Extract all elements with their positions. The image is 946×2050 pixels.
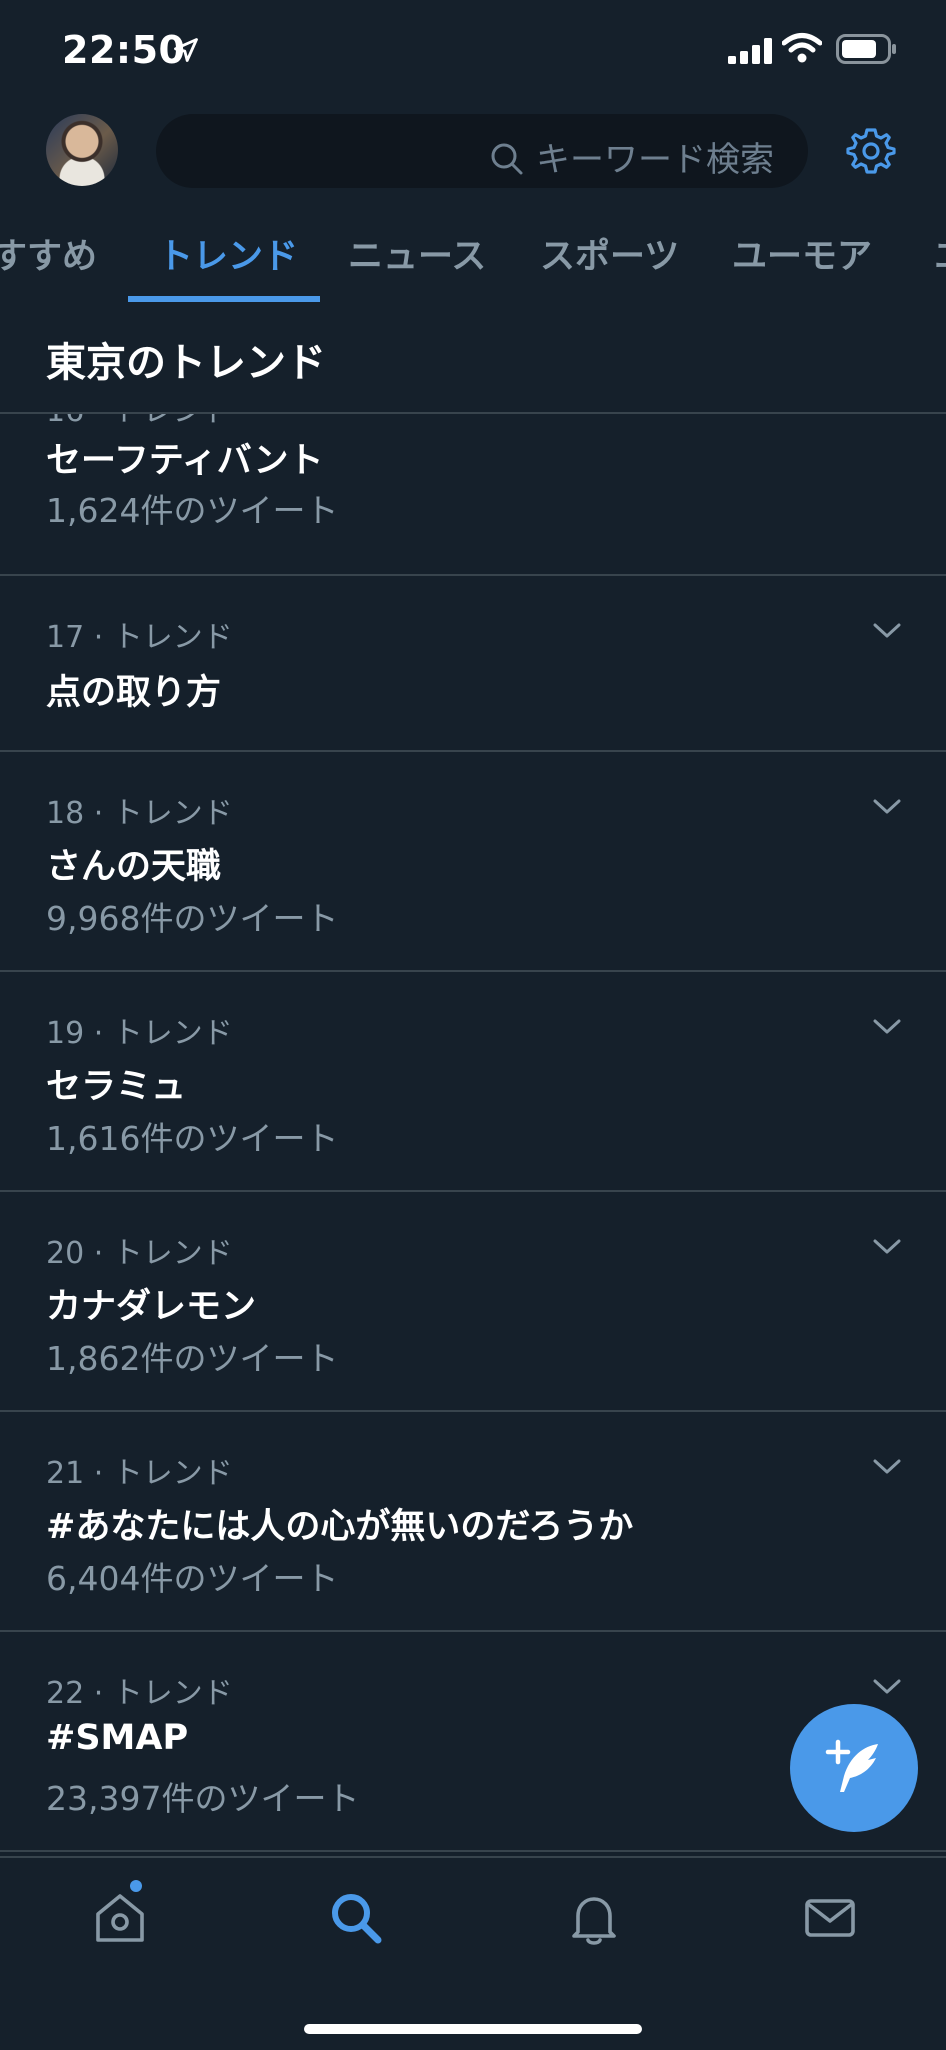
search-icon: [491, 143, 523, 175]
section-title: 東京のトレンド: [46, 340, 326, 386]
status-bar: 22:50: [0, 0, 946, 100]
tab-recommended[interactable]: すすめ: [0, 228, 97, 279]
trend-rank: 18 · トレンド: [46, 796, 233, 831]
messages-envelope-icon[interactable]: [800, 1888, 860, 1948]
status-time: 22:50: [62, 28, 186, 72]
top-header: キーワード検索: [0, 100, 946, 204]
battery-icon: [836, 34, 896, 64]
tab-humor[interactable]: ユーモア: [732, 228, 872, 279]
chevron-down-icon[interactable]: [872, 622, 902, 640]
explore-tabs: すすめ トレンド ニュース スポーツ ユーモア エ: [0, 210, 946, 304]
compose-tweet-icon: [825, 1739, 878, 1792]
chevron-down-icon[interactable]: [872, 798, 902, 816]
home-indicator: [304, 2024, 642, 2034]
chevron-down-icon[interactable]: [872, 1018, 902, 1036]
tweet-count: 1,616件のツイート: [46, 1119, 339, 1158]
tab-sports[interactable]: スポーツ: [540, 228, 679, 279]
trend-name: #SMAP: [46, 1718, 189, 1758]
search-placeholder: キーワード検索: [536, 140, 774, 180]
tweet-count: 23,397件のツイート: [46, 1779, 360, 1818]
chevron-down-icon[interactable]: [872, 1458, 902, 1476]
trend-name: 点の取り方: [46, 673, 222, 713]
trend-rank: 22 · トレンド: [46, 1676, 233, 1711]
trend-rank: 17 · トレンド: [46, 620, 233, 655]
trend-name: セーフティバント: [46, 441, 324, 481]
trend-name: #あなたには人の心が無いのだろうか: [46, 1507, 634, 1547]
location-arrow-icon: [174, 38, 198, 62]
notifications-bell-icon[interactable]: [564, 1888, 624, 1948]
trend-rank: 21 · トレンド: [46, 1456, 233, 1491]
profile-avatar[interactable]: [46, 114, 118, 186]
chevron-down-icon[interactable]: [872, 1238, 902, 1256]
section-header: 東京のトレンド: [0, 302, 946, 414]
home-icon[interactable]: [90, 1888, 150, 1948]
tab-news[interactable]: ニュース: [348, 228, 486, 279]
trend-item[interactable]: 18 · トレンド さんの天職 9,968件のツイート: [0, 752, 946, 972]
signal-icon: [728, 38, 772, 64]
tweet-count: 6,404件のツイート: [46, 1559, 339, 1598]
trend-item[interactable]: 16 · トレンド セーフティバント 1,624件のツイート: [0, 412, 946, 576]
tab-trends[interactable]: トレンド: [158, 228, 298, 279]
tweet-count: 1,862件のツイート: [46, 1339, 339, 1378]
chevron-down-icon[interactable]: [872, 1678, 902, 1696]
trend-item[interactable]: 21 · トレンド #あなたには人の心が無いのだろうか 6,404件のツイート: [0, 1412, 946, 1632]
tweet-count: 9,968件のツイート: [46, 899, 339, 938]
trend-rank: 19 · トレンド: [46, 1016, 233, 1051]
trend-item[interactable]: 19 · トレンド セラミュ 1,616件のツイート: [0, 972, 946, 1192]
trend-name: セラミュ: [46, 1067, 187, 1107]
search-input[interactable]: キーワード検索: [156, 114, 808, 188]
gear-icon[interactable]: [846, 126, 896, 176]
explore-search-icon[interactable]: [326, 1888, 386, 1948]
trend-item[interactable]: 17 · トレンド 点の取り方: [0, 576, 946, 752]
compose-tweet-button[interactable]: [790, 1704, 918, 1832]
trend-rank: 16 · トレンド: [46, 412, 233, 430]
wifi-icon: [782, 33, 822, 63]
tab-entertainment[interactable]: エ: [934, 228, 946, 279]
trend-list: 16 · トレンド セーフティバント 1,624件のツイート 17 · トレンド…: [0, 412, 946, 1856]
bottom-tab-bar: [0, 1856, 946, 2050]
trend-rank: 20 · トレンド: [46, 1236, 233, 1271]
trend-name: さんの天職: [46, 847, 222, 887]
new-content-indicator: [130, 1880, 142, 1892]
trend-item[interactable]: 20 · トレンド カナダレモン 1,862件のツイート: [0, 1192, 946, 1412]
tweet-count: 1,624件のツイート: [46, 491, 339, 530]
trend-name: カナダレモン: [46, 1287, 257, 1327]
